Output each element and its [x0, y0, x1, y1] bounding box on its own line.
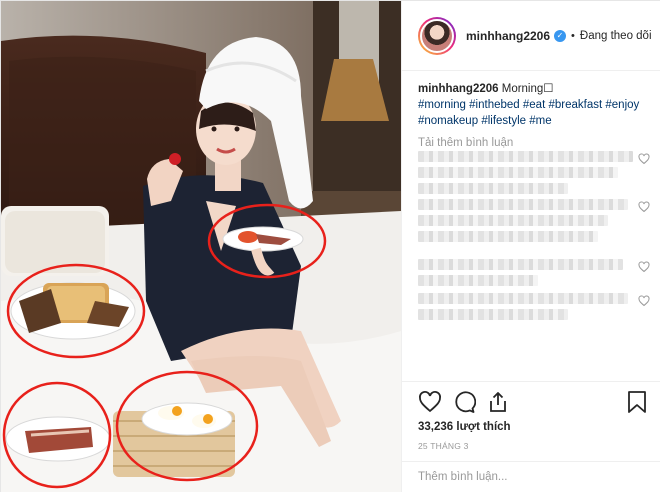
follow-status-button[interactable]: Đang theo dõi	[580, 30, 652, 42]
hashtag-link[interactable]: #me	[529, 115, 551, 127]
verified-badge-icon: ✓	[554, 29, 567, 42]
blurred-comment	[418, 259, 650, 291]
hashtag-link[interactable]: #nomakeup	[418, 115, 478, 127]
add-comment-bar	[402, 461, 660, 492]
hashtag-link[interactable]: #inthebed	[469, 99, 520, 111]
comments-section: minhhang2206 Morning☐ #morning #inthebed…	[402, 71, 660, 381]
heart-icon[interactable]	[418, 390, 442, 414]
post-header: minhhang2206 ✓ • Đang theo dõi	[402, 1, 660, 71]
action-bar	[418, 390, 510, 414]
post-actions: 33,236 lượt thích 25 THÁNG 3	[402, 381, 660, 492]
hashtag-link[interactable]: #breakfast	[548, 99, 602, 111]
header-username[interactable]: minhhang2206	[466, 29, 550, 43]
caption-text: Morning☐	[501, 83, 554, 95]
hashtag-link[interactable]: #eat	[523, 99, 545, 111]
blurred-comment	[418, 199, 650, 247]
add-comment-input[interactable]	[418, 471, 638, 483]
caption-username[interactable]: minhhang2206	[418, 83, 499, 95]
hashtag-link[interactable]: #enjoy	[605, 99, 639, 111]
post-side-panel: minhhang2206 ✓ • Đang theo dõi minhhang2…	[401, 1, 660, 492]
instagram-post-frame: minhhang2206 ✓ • Đang theo dõi minhhang2…	[0, 0, 660, 492]
avatar[interactable]	[418, 16, 456, 55]
bookmark-icon[interactable]	[626, 390, 648, 414]
header-separator: •	[571, 29, 575, 42]
post-photo[interactable]	[1, 1, 401, 492]
blurred-comment	[418, 293, 650, 325]
comment-heart-icon[interactable]	[638, 153, 650, 165]
blurred-comment	[418, 151, 650, 199]
comment-icon[interactable]	[452, 390, 476, 414]
hashtag-link[interactable]: #lifestyle	[481, 115, 526, 127]
post-caption: minhhang2206 Morning☐ #morning #inthebed…	[418, 81, 646, 129]
avatar-image	[420, 18, 454, 53]
load-more-comments-link[interactable]: Tải thêm bình luận	[418, 137, 646, 149]
likes-count[interactable]: 33,236 lượt thích	[418, 421, 511, 433]
share-icon[interactable]	[486, 390, 510, 414]
breakfast-in-bed-photo	[1, 1, 401, 492]
comment-heart-icon[interactable]	[638, 261, 650, 273]
hashtag-link[interactable]: #morning	[418, 99, 466, 111]
comment-heart-icon[interactable]	[638, 201, 650, 213]
post-date: 25 THÁNG 3	[418, 441, 469, 451]
comment-heart-icon[interactable]	[638, 295, 650, 307]
